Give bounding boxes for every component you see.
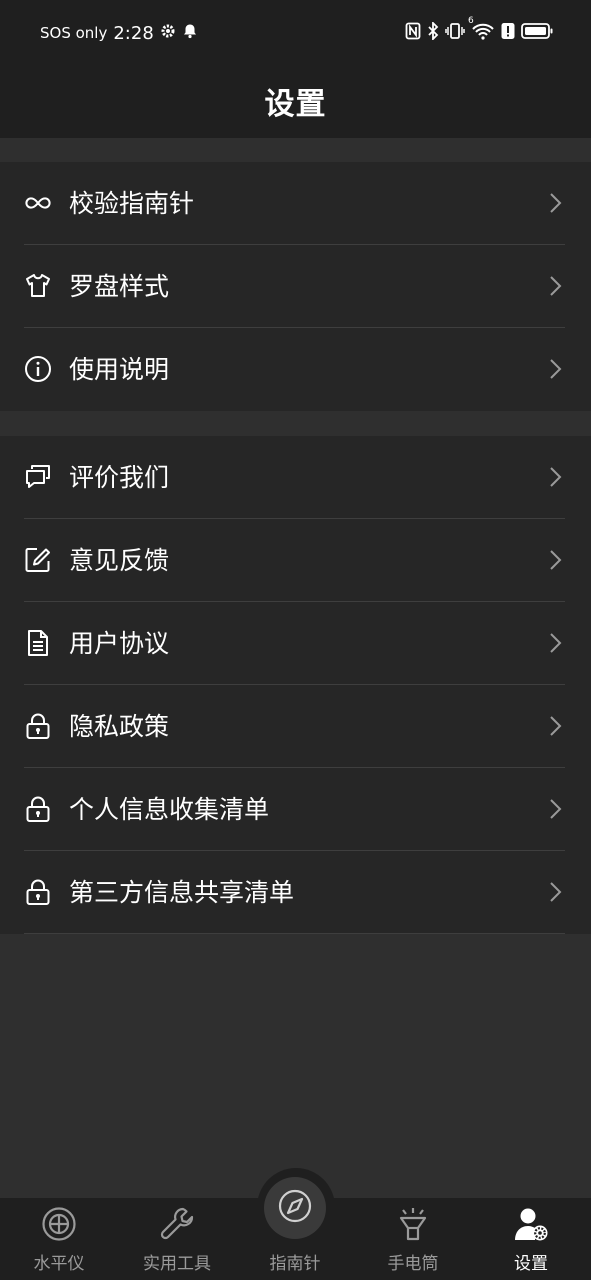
menu-item-personal-info-list[interactable]: 个人信息收集清单 [0, 768, 591, 851]
settings-group-2: 评价我们 意见反馈 用户协议 隐私政策 个人信息收集清单 第三方信息共享清单 [0, 436, 591, 934]
clock-time: 2:28 [113, 22, 154, 44]
tshirt-icon [24, 272, 52, 300]
menu-item-label: 第三方信息共享清单 [69, 878, 295, 907]
tab-flashlight[interactable]: 手电筒 [354, 1198, 472, 1280]
menu-item-compass-style[interactable]: 罗盘样式 [0, 245, 591, 328]
status-right: 6 [405, 16, 553, 44]
status-bar: SOS only 2:28 6 [0, 0, 591, 64]
chevron-right-icon [549, 192, 563, 214]
lock-icon [24, 795, 52, 823]
user-settings-icon [513, 1206, 549, 1242]
menu-item-rate-us[interactable]: 评价我们 [0, 436, 591, 519]
status-left: SOS only 2:28 [40, 22, 198, 44]
lock-icon [24, 878, 52, 906]
chevron-right-icon [549, 275, 563, 297]
settings-group-1: 校验指南针 罗盘样式 使用说明 [0, 162, 591, 411]
menu-item-label: 意见反馈 [69, 546, 170, 575]
wrench-icon [159, 1206, 195, 1242]
bell-icon [182, 23, 198, 43]
chevron-right-icon [549, 798, 563, 820]
document-icon [24, 629, 52, 657]
edit-icon [24, 546, 52, 574]
menu-item-label: 用户协议 [69, 629, 170, 658]
compass-center-button[interactable] [264, 1177, 326, 1239]
menu-item-third-party-sharing-list[interactable]: 第三方信息共享清单 [0, 851, 591, 934]
menu-item-label: 校验指南针 [69, 189, 195, 218]
tab-tools[interactable]: 实用工具 [118, 1198, 236, 1280]
nfc-icon [405, 22, 421, 44]
divider [24, 933, 565, 934]
tab-label: 实用工具 [143, 1254, 211, 1274]
chevron-right-icon [549, 466, 563, 488]
infinity-icon [24, 189, 52, 217]
level-icon [41, 1206, 77, 1242]
chevron-right-icon [549, 881, 563, 903]
menu-item-instructions[interactable]: 使用说明 [0, 328, 591, 411]
menu-item-label: 罗盘样式 [69, 272, 170, 301]
bluetooth-icon [427, 20, 439, 44]
tab-label: 指南针 [269, 1254, 321, 1274]
menu-item-label: 个人信息收集清单 [69, 795, 270, 824]
chevron-right-icon [549, 715, 563, 737]
menu-item-calibrate-compass[interactable]: 校验指南针 [0, 162, 591, 245]
menu-item-feedback[interactable]: 意见反馈 [0, 519, 591, 602]
tab-label: 设置 [514, 1254, 548, 1274]
alert-icon [501, 22, 515, 44]
tab-label: 水平仪 [33, 1254, 85, 1274]
battery-icon [521, 22, 553, 44]
wifi-badge: 6 [468, 16, 474, 26]
carrier-text: SOS only [40, 24, 108, 42]
menu-item-privacy-policy[interactable]: 隐私政策 [0, 685, 591, 768]
chevron-right-icon [549, 358, 563, 380]
menu-item-label: 使用说明 [69, 355, 170, 384]
menu-item-label: 评价我们 [69, 463, 170, 492]
tab-settings[interactable]: 设置 [472, 1198, 590, 1280]
chevron-right-icon [549, 549, 563, 571]
page-header: 设置 [0, 64, 591, 138]
menu-item-label: 隐私政策 [69, 712, 170, 741]
chevron-right-icon [549, 632, 563, 654]
gear-icon [160, 23, 176, 43]
chat-icon [24, 463, 52, 491]
page-title: 设置 [264, 87, 327, 122]
menu-item-user-agreement[interactable]: 用户协议 [0, 602, 591, 685]
tab-level[interactable]: 水平仪 [0, 1198, 118, 1280]
compass-icon [277, 1188, 313, 1228]
info-icon [24, 355, 52, 383]
tab-label: 手电筒 [387, 1254, 439, 1274]
wifi-icon: 6 [468, 16, 495, 44]
lock-icon [24, 712, 52, 740]
vibrate-icon [445, 22, 465, 44]
flashlight-icon [395, 1206, 431, 1242]
